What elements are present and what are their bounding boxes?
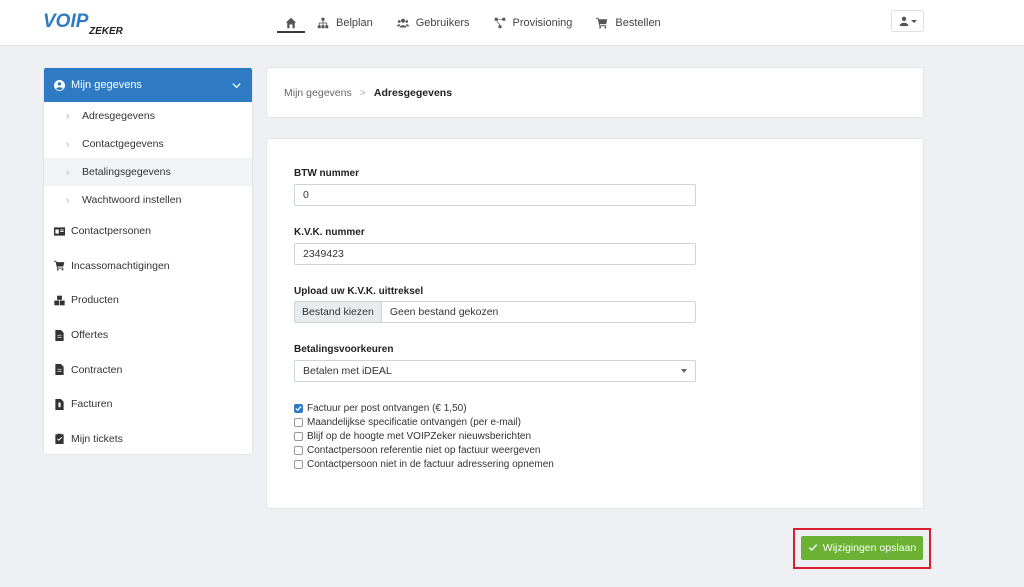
sidebar-item-label: Contracten bbox=[71, 363, 123, 376]
sidebar-item-mijn-tickets[interactable]: Mijn tickets bbox=[44, 422, 252, 454]
file-icon bbox=[55, 329, 64, 341]
chevron-right-icon: › bbox=[66, 166, 70, 178]
checkbox-label: Factuur per post ontvangen (€ 1,50) bbox=[307, 402, 467, 414]
sidebar-sub-label: Adresgegevens bbox=[82, 110, 155, 122]
sidebar-sub-betalingsgegevens[interactable]: › Betalingsgegevens bbox=[44, 158, 252, 186]
checkbox-unchecked[interactable] bbox=[294, 431, 303, 441]
file-name-text: Geen bestand gekozen bbox=[389, 306, 499, 318]
nav-bestellen[interactable]: Bestellen bbox=[584, 0, 672, 46]
kvk-input[interactable] bbox=[294, 243, 696, 265]
user-menu-button[interactable] bbox=[891, 10, 924, 32]
sidebar-header-mijn-gegevens[interactable]: Mijn gegevens bbox=[44, 68, 252, 102]
nav-home[interactable] bbox=[277, 0, 305, 46]
sidebar-item-producten[interactable]: Producten bbox=[44, 283, 252, 318]
breadcrumb: Mijn gegevens > Adresgegevens bbox=[266, 67, 924, 118]
sidebar: Mijn gegevens › Adresgegevens › Contactg… bbox=[43, 67, 253, 455]
file-invoice-icon bbox=[55, 398, 64, 410]
boxes-icon bbox=[54, 295, 65, 306]
network-icon bbox=[494, 17, 505, 29]
breadcrumb-current: Adresgegevens bbox=[373, 86, 453, 99]
choose-file-button[interactable]: Bestand kiezen bbox=[295, 302, 382, 322]
checkbox-row[interactable]: Contactpersoon niet in de factuur adress… bbox=[294, 457, 554, 471]
sidebar-sub-contactgegevens[interactable]: › Contactgegevens bbox=[44, 130, 252, 158]
home-icon bbox=[285, 17, 297, 29]
preferences-checkbox-list: Factuur per post ontvangen (€ 1,50) Maan… bbox=[294, 401, 554, 471]
sidebar-sub-adresgegevens[interactable]: › Adresgegevens bbox=[44, 102, 252, 130]
breadcrumb-separator: > bbox=[359, 86, 366, 99]
check-icon bbox=[808, 544, 817, 551]
caret-down-icon bbox=[681, 369, 687, 373]
users-icon bbox=[396, 18, 409, 28]
voipzeker-logo[interactable]: VOIP ZEKER bbox=[43, 10, 129, 36]
checkbox-checked[interactable] bbox=[294, 403, 303, 413]
cart-icon bbox=[54, 261, 65, 271]
sidebar-item-label: Offertes bbox=[71, 329, 109, 342]
payment-preference-label: Betalingsvoorkeuren bbox=[294, 344, 394, 355]
checkbox-label: Contactpersoon niet in de factuur adress… bbox=[307, 458, 554, 470]
svg-text:VOIP: VOIP bbox=[43, 11, 89, 32]
check-icon bbox=[295, 405, 302, 411]
save-changes-button[interactable]: Wijzigingen opslaan bbox=[801, 536, 923, 560]
sidebar-item-label: Producten bbox=[71, 294, 119, 307]
sitemap-icon bbox=[317, 17, 329, 29]
upload-label: Upload uw K.V.K. uittreksel bbox=[294, 286, 424, 297]
sidebar-item-label: Contactpersonen bbox=[71, 225, 151, 238]
btw-label: BTW nummer bbox=[294, 168, 359, 179]
checkbox-label: Maandelijkse specificatie ontvangen (per… bbox=[307, 416, 521, 428]
top-navbar: VOIP ZEKER Belplan Gebruikers Provisioni… bbox=[0, 0, 1024, 46]
save-changes-label: Wijzigingen opslaan bbox=[822, 542, 917, 554]
checkbox-unchecked[interactable] bbox=[294, 417, 303, 427]
checkbox-row[interactable]: Contactpersoon referentie niet op factuu… bbox=[294, 443, 554, 457]
cart-icon bbox=[596, 17, 608, 29]
file-contract-icon bbox=[55, 364, 64, 376]
payment-preference-value: Betalen met iDEAL bbox=[303, 365, 392, 377]
chevron-down-icon bbox=[232, 82, 241, 88]
chevron-right-icon: › bbox=[66, 194, 70, 206]
checkbox-row[interactable]: Blijf op de hoogte met VOIPZeker nieuwsb… bbox=[294, 429, 554, 443]
chevron-right-icon: › bbox=[66, 138, 70, 150]
caret-down-icon bbox=[910, 19, 917, 23]
checkbox-row[interactable]: Factuur per post ontvangen (€ 1,50) bbox=[294, 401, 554, 415]
sidebar-item-label: Incassomachtigingen bbox=[71, 259, 170, 272]
chevron-right-icon: › bbox=[66, 110, 70, 122]
checkbox-label: Contactpersoon referentie niet op factuu… bbox=[307, 444, 541, 456]
main-nav: Belplan Gebruikers Provisioning Bestelle… bbox=[277, 0, 673, 46]
sidebar-item-offertes[interactable]: Offertes bbox=[44, 318, 252, 353]
sidebar-header-label: Mijn gegevens bbox=[71, 79, 142, 91]
nav-provisioning[interactable]: Provisioning bbox=[482, 0, 585, 46]
kvk-label: K.V.K. nummer bbox=[294, 227, 365, 238]
checkbox-unchecked[interactable] bbox=[294, 445, 303, 455]
svg-text:ZEKER: ZEKER bbox=[88, 26, 124, 36]
nav-belplan-label: Belplan bbox=[336, 17, 373, 29]
nav-gebruikers[interactable]: Gebruikers bbox=[385, 0, 482, 46]
nav-belplan[interactable]: Belplan bbox=[305, 0, 385, 46]
sidebar-sub-label: Wachtwoord instellen bbox=[82, 194, 182, 206]
nav-bestellen-label: Bestellen bbox=[615, 17, 661, 29]
sidebar-sub-wachtwoord[interactable]: › Wachtwoord instellen bbox=[44, 186, 252, 214]
sidebar-sub-label: Betalingsgegevens bbox=[82, 166, 171, 178]
breadcrumb-link-mijn-gegevens[interactable]: Mijn gegevens bbox=[284, 87, 352, 99]
sidebar-item-label: Facturen bbox=[71, 398, 113, 411]
sidebar-item-label: Mijn tickets bbox=[71, 432, 123, 445]
user-circle-icon bbox=[54, 79, 65, 91]
checkbox-row[interactable]: Maandelijkse specificatie ontvangen (per… bbox=[294, 415, 554, 429]
sidebar-item-contactpersonen[interactable]: Contactpersonen bbox=[44, 214, 252, 249]
sidebar-item-incassomachtigingen[interactable]: Incassomachtigingen bbox=[44, 249, 252, 284]
id-card-icon bbox=[54, 227, 65, 236]
sidebar-item-contracten[interactable]: Contracten bbox=[44, 352, 252, 387]
sidebar-item-facturen[interactable]: Facturen bbox=[44, 387, 252, 422]
checkbox-label: Blijf op de hoogte met VOIPZeker nieuwsb… bbox=[307, 430, 532, 442]
btw-input[interactable] bbox=[294, 184, 696, 206]
clipboard-check-icon bbox=[55, 434, 64, 445]
checkbox-unchecked[interactable] bbox=[294, 459, 303, 469]
payment-form-card: BTW nummer K.V.K. nummer Upload uw K.V.K… bbox=[266, 138, 924, 509]
nav-provisioning-label: Provisioning bbox=[512, 17, 573, 29]
kvk-file-input[interactable]: Bestand kiezen Geen bestand gekozen bbox=[294, 301, 696, 323]
sidebar-sub-label: Contactgegevens bbox=[82, 138, 164, 150]
nav-gebruikers-label: Gebruikers bbox=[415, 17, 470, 29]
payment-preference-select[interactable]: Betalen met iDEAL bbox=[294, 360, 696, 382]
user-icon bbox=[899, 16, 908, 26]
